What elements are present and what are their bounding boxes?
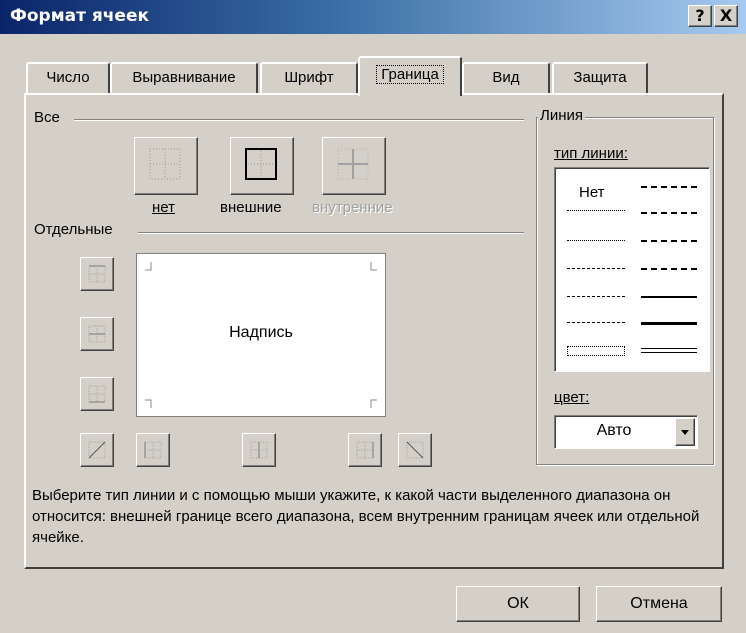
line-style-medium-dashed[interactable] [641,268,697,270]
diagonal-up-icon [88,441,106,459]
preset-outline-label: внешние [220,199,282,216]
preset-inside-icon [337,148,369,180]
border-horizontal-inside-icon [88,325,106,343]
tab-alignment[interactable]: Выравнивание [110,62,258,94]
tab-protection[interactable]: Защита [552,62,648,94]
preset-inside-label: внутренние [312,199,393,216]
border-bottom-button[interactable] [80,377,114,411]
color-label: цвет: [554,389,590,406]
color-dropdown-button[interactable] [675,418,695,446]
line-style-dash-dot[interactable] [567,296,625,297]
close-button[interactable]: X [714,5,738,27]
tab-view[interactable]: Вид [462,62,550,94]
line-style-none[interactable]: Нет [579,184,605,201]
border-vertical-inside-icon [250,441,268,459]
diagonal-down-icon [406,441,424,459]
border-left-button[interactable] [136,433,170,467]
color-value: Авто [596,422,632,439]
presets-group-label: Все [34,109,60,126]
preset-outline-icon [245,148,277,180]
border-tab-panel: Все нет внешние внутренние Отдельные Над… [24,93,724,569]
border-horizontal-inside-button[interactable] [80,317,114,351]
border-top-icon [88,265,106,283]
border-top-button[interactable] [80,257,114,291]
help-button[interactable]: ? [688,5,712,27]
preset-none-label: нет [152,199,175,216]
line-style-dash-dot-dot[interactable] [567,268,625,269]
line-style-slant-dash-dot[interactable] [641,212,697,214]
cancel-button[interactable]: Отмена [596,586,722,622]
window-title: Формат ячеек [10,6,150,26]
chevron-down-icon [681,430,689,435]
border-group-label: Отдельные [34,221,113,238]
border-diagonal-up-button[interactable] [80,433,114,467]
preview-text: Надпись [229,324,293,341]
border-vertical-inside-button[interactable] [242,433,276,467]
line-style-list[interactable]: Нет [554,167,710,372]
ok-button[interactable]: ОК [456,586,580,622]
line-style-hair[interactable] [567,210,625,211]
border-divider [138,232,524,234]
tab-border[interactable]: Граница [358,56,462,96]
presets-divider [74,119,524,121]
hint-text: Выберите тип линии и с помощью мыши укаж… [32,487,700,546]
line-style-double[interactable] [641,348,697,353]
line-style-label: тип линии: [554,145,628,162]
border-preview[interactable]: Надпись [136,253,386,417]
preset-outline-button[interactable] [230,137,294,195]
line-group-label: Линия [538,107,586,124]
border-bottom-icon [88,385,106,403]
preset-none-icon [149,148,181,180]
border-right-button[interactable] [348,433,382,467]
line-style-medium-dash-dot-dot[interactable] [641,186,697,188]
preset-inside-button[interactable] [322,137,386,195]
tab-font[interactable]: Шрифт [260,62,358,94]
border-left-icon [144,441,162,459]
line-style-dotted[interactable] [567,240,625,241]
line-style-medium-dash-dot[interactable] [641,240,697,242]
line-style-medium[interactable] [641,296,697,298]
border-diagonal-down-button[interactable] [398,433,432,467]
line-style-thin-selected[interactable] [567,346,625,356]
line-style-dashed[interactable] [567,322,625,323]
preset-none-button[interactable] [134,137,198,195]
color-select[interactable]: Авто [554,415,698,449]
line-style-thick[interactable] [641,322,697,325]
border-right-icon [356,441,374,459]
tab-number[interactable]: Число [26,62,110,94]
